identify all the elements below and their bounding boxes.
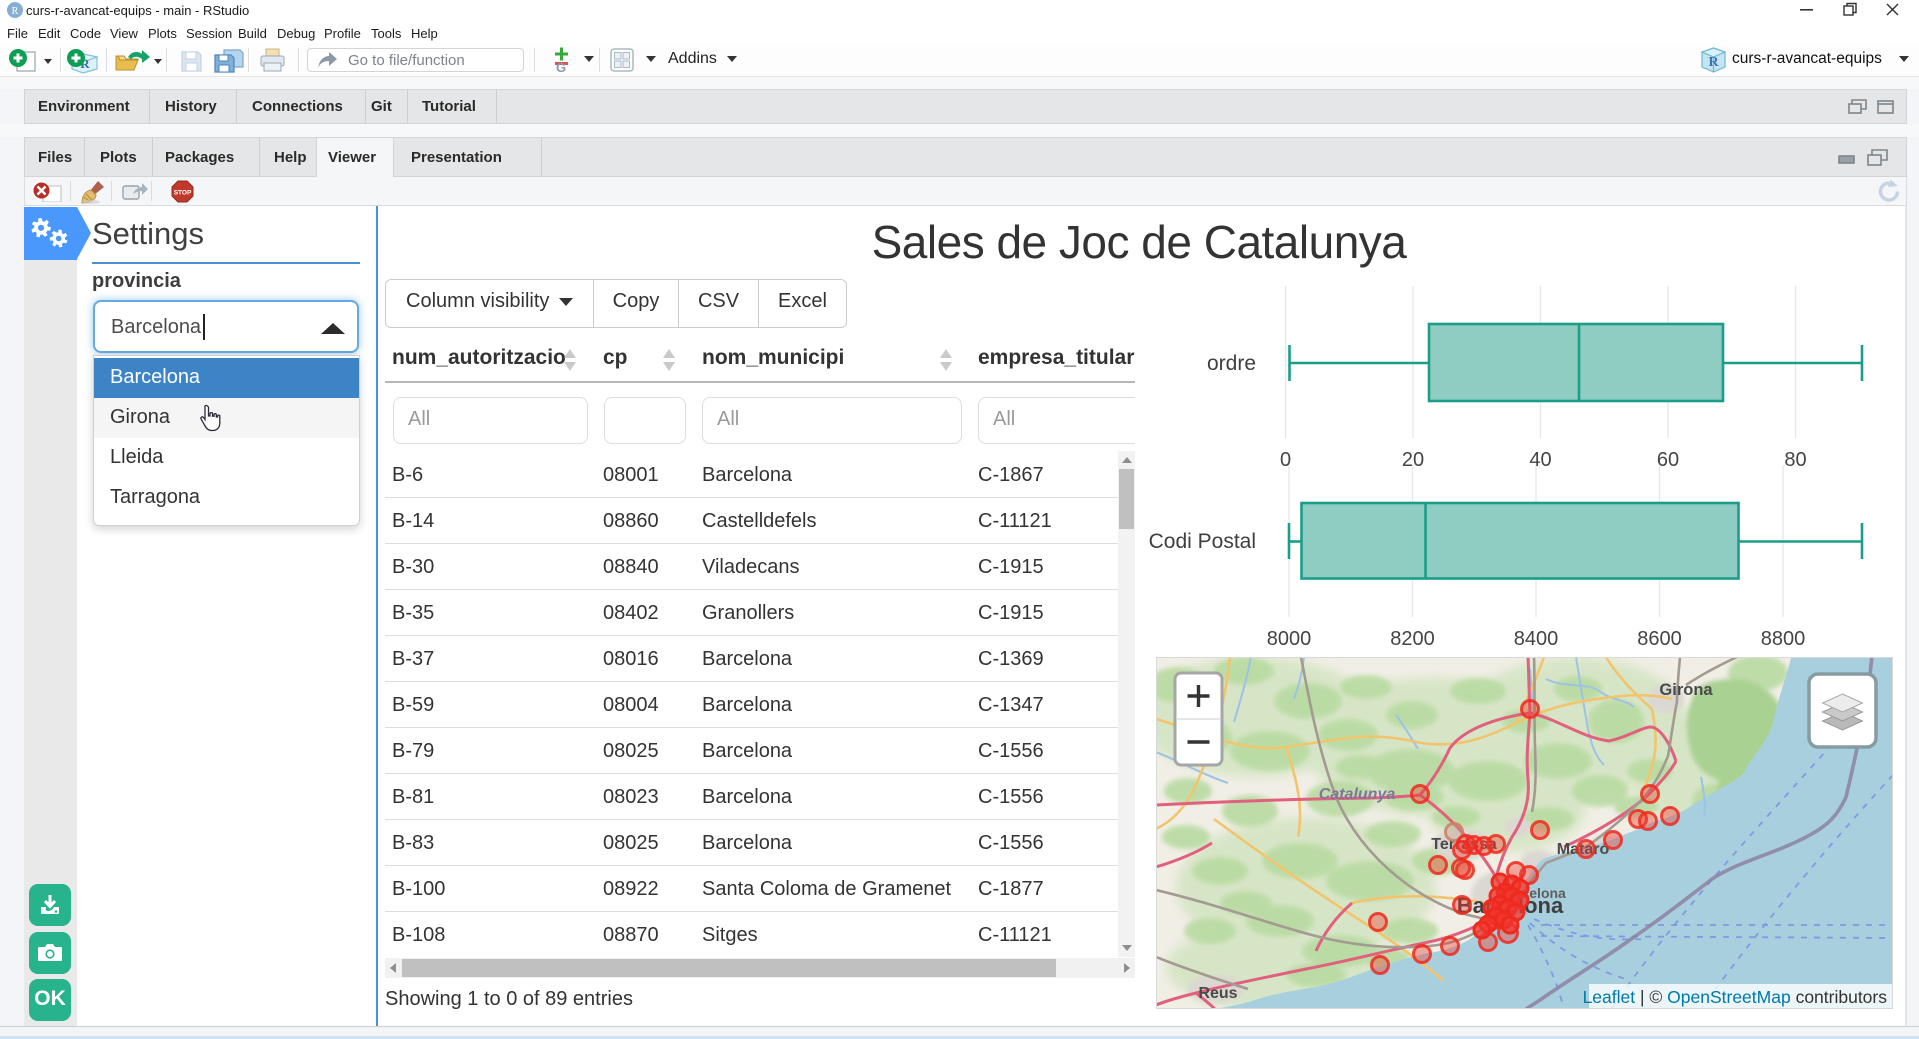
svg-text:20: 20 xyxy=(1402,449,1424,471)
svg-text:8600: 8600 xyxy=(1637,628,1682,650)
svg-text:8200: 8200 xyxy=(1390,628,1435,650)
svg-text:40: 40 xyxy=(1529,449,1551,471)
svg-text:ordre: ordre xyxy=(1207,352,1256,375)
svg-text:Leaflet | © OpenStreetMap cont: Leaflet | © OpenStreetMap contributors xyxy=(1583,987,1888,1007)
svg-text:Catalunya: Catalunya xyxy=(1319,786,1396,803)
svg-text:Codi Postal: Codi Postal xyxy=(1149,530,1256,553)
svg-text:G: G xyxy=(556,60,566,73)
svg-text:Girona: Girona xyxy=(1659,681,1713,699)
svg-text:80: 80 xyxy=(1784,449,1806,471)
svg-text:R: R xyxy=(1708,55,1719,70)
svg-text:8400: 8400 xyxy=(1514,628,1559,650)
svg-text:8800: 8800 xyxy=(1761,628,1806,650)
svg-text:0: 0 xyxy=(1280,449,1291,471)
svg-text:Reus: Reus xyxy=(1198,985,1237,1002)
svg-text:60: 60 xyxy=(1657,449,1679,471)
svg-text:STOP: STOP xyxy=(174,190,192,197)
svg-text:R: R xyxy=(12,6,19,17)
svg-text:8000: 8000 xyxy=(1267,628,1312,650)
